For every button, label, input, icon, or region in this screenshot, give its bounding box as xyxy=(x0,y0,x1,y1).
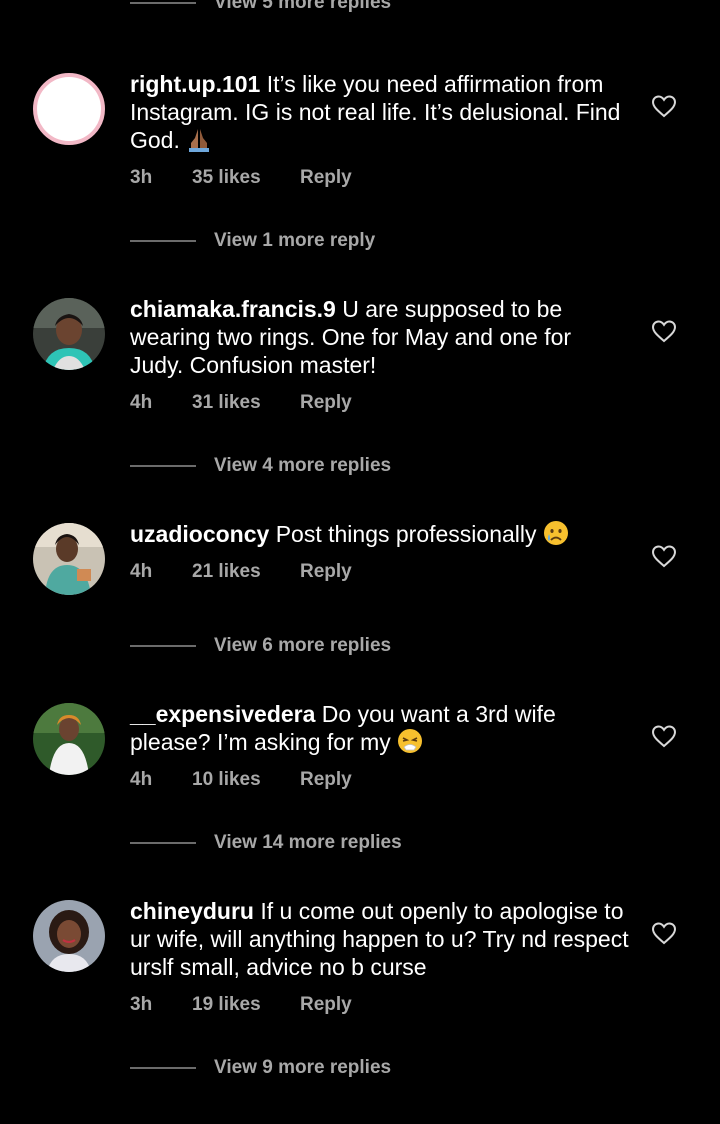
reply-thread-line xyxy=(130,2,196,4)
comment-body: chiamaka.francis.9 U are supposed to be … xyxy=(130,295,630,379)
comment-text: Post things professionally xyxy=(275,521,537,547)
comment-meta: 3h 19 likes Reply xyxy=(130,994,352,1016)
avatar[interactable] xyxy=(33,73,105,145)
comment-likes[interactable]: 19 likes xyxy=(192,994,300,1016)
comment-time: 3h xyxy=(130,994,153,1015)
reply-button[interactable]: Reply xyxy=(300,994,352,1016)
view-more-label: View 4 more replies xyxy=(214,455,392,476)
reply-thread-line xyxy=(130,842,196,844)
comment-likes[interactable]: 10 likes xyxy=(192,769,300,791)
folded-hands-icon xyxy=(186,126,212,152)
heart-icon[interactable] xyxy=(651,921,677,945)
view-more-label: View 1 more reply xyxy=(214,230,376,251)
comment-body: chineyduru If u come out openly to apolo… xyxy=(130,897,630,981)
reply-button[interactable]: Reply xyxy=(300,167,352,189)
view-more-label: View 5 more replies xyxy=(214,0,392,13)
reply-button[interactable]: Reply xyxy=(300,392,352,414)
comment-username[interactable]: chineyduru xyxy=(130,898,254,924)
avatar[interactable] xyxy=(33,703,105,775)
comment-body: right.up.101 It’s like you need affirmat… xyxy=(130,70,630,154)
view-more-replies[interactable]: View 6 more replies xyxy=(130,635,391,657)
comment-username[interactable]: right.up.101 xyxy=(130,71,260,97)
reply-thread-line xyxy=(130,1067,196,1069)
comment-time: 4h xyxy=(130,561,153,582)
comment-time: 3h xyxy=(130,167,153,188)
comment-likes[interactable]: 31 likes xyxy=(192,392,300,414)
view-more-replies-top[interactable]: View 5 more replies xyxy=(130,0,391,14)
reply-button[interactable]: Reply xyxy=(300,769,352,791)
comment-body: __expensivedera Do you want a 3rd wife p… xyxy=(130,700,630,756)
comment-meta: 3h 35 likes Reply xyxy=(130,167,352,189)
heart-icon[interactable] xyxy=(651,319,677,343)
comment-meta: 4h 31 likes Reply xyxy=(130,392,352,414)
view-more-label: View 6 more replies xyxy=(214,635,392,656)
view-more-replies[interactable]: View 4 more replies xyxy=(130,455,391,477)
heart-icon[interactable] xyxy=(651,94,677,118)
reply-thread-line xyxy=(130,465,196,467)
crying-face-icon xyxy=(543,520,569,546)
heart-icon[interactable] xyxy=(651,724,677,748)
avatar[interactable] xyxy=(33,523,105,595)
comment-meta: 4h 21 likes Reply xyxy=(130,561,352,583)
comment-username[interactable]: chiamaka.francis.9 xyxy=(130,296,336,322)
comment-meta: 4h 10 likes Reply xyxy=(130,769,352,791)
reply-thread-line xyxy=(130,645,196,647)
reply-thread-line xyxy=(130,240,196,242)
reply-button[interactable]: Reply xyxy=(300,561,352,583)
view-more-replies[interactable]: View 1 more reply xyxy=(130,230,375,252)
comment-body: uzadioconcy Post things professionally xyxy=(130,520,630,548)
comment-likes[interactable]: 21 likes xyxy=(192,561,300,583)
heart-icon[interactable] xyxy=(651,544,677,568)
comment-username[interactable]: uzadioconcy xyxy=(130,521,269,547)
comment-username[interactable]: __expensivedera xyxy=(130,701,315,727)
avatar[interactable] xyxy=(33,900,105,972)
view-more-label: View 14 more replies xyxy=(214,832,402,853)
sneezing-face-icon xyxy=(397,728,423,754)
view-more-replies[interactable]: View 9 more replies xyxy=(130,1057,391,1079)
comment-time: 4h xyxy=(130,392,153,413)
view-more-replies[interactable]: View 14 more replies xyxy=(130,832,402,854)
comment-likes[interactable]: 35 likes xyxy=(192,167,300,189)
avatar[interactable] xyxy=(33,298,105,370)
view-more-label: View 9 more replies xyxy=(214,1057,392,1078)
comment-time: 4h xyxy=(130,769,153,790)
